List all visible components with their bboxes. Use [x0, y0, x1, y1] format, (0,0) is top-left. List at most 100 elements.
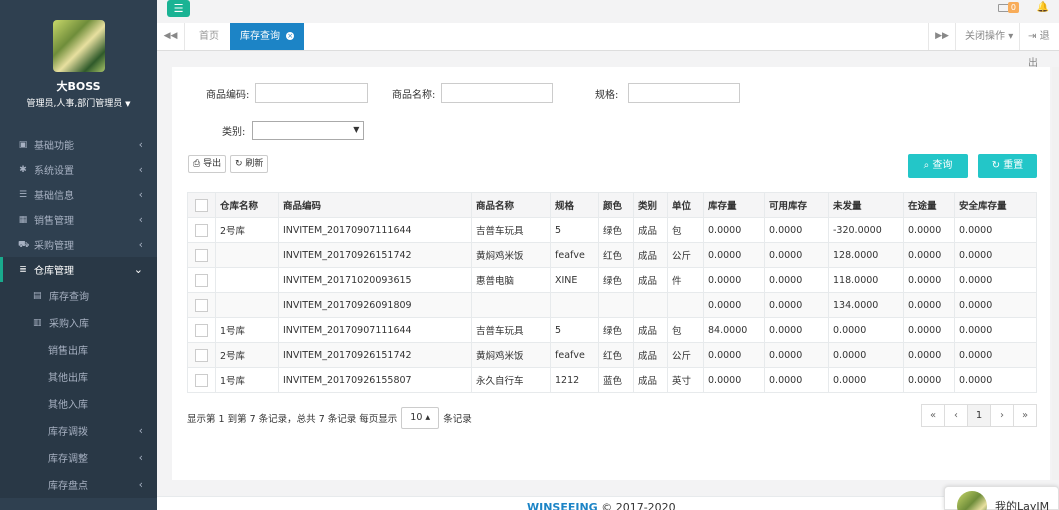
chat-avatar [957, 491, 987, 510]
hamburger-menu-icon[interactable]: ☰ [167, 0, 190, 17]
export-icon: ⎙ [193, 159, 201, 169]
table-cell: 2号库 [215, 342, 279, 368]
footer-copyright: © 2017-2020 [601, 501, 676, 510]
table-cell: 0.0000 [764, 342, 829, 368]
page-1-button[interactable]: 1 [967, 404, 991, 427]
export-button[interactable]: ⎙ 导出 [188, 155, 227, 173]
product-code-input[interactable] [255, 83, 369, 103]
col-stock-qty[interactable]: 库存量 [703, 192, 765, 218]
menu-item-basic-functions[interactable]: ▣ 基础功能 ‹ [0, 132, 157, 157]
table-cell: 2号库 [215, 217, 279, 243]
table-cell: 0.0000 [828, 342, 904, 368]
avatar[interactable] [52, 20, 105, 72]
logout-button[interactable]: ⇥ 退出 [1028, 23, 1059, 69]
menu-item-sales[interactable]: ▦ 销售管理 ‹ [0, 207, 157, 232]
col-warehouse[interactable]: 仓库名称 [215, 192, 279, 218]
tabs-scroll-right-icon[interactable]: ▶▶ [928, 23, 956, 50]
row-checkbox[interactable] [195, 248, 208, 262]
tabs-scroll-left-icon[interactable]: ◀◀ [157, 23, 185, 50]
calc-icon: ▥ [33, 317, 42, 328]
menu-item-purchasing[interactable]: ⛟ 采购管理 ‹ [0, 232, 157, 257]
table-cell: 0.0000 [903, 367, 955, 393]
table-cell: INVITEM_20170926091809 [278, 292, 472, 318]
submenu-item-stocktake[interactable]: 库存盘点 ‹ [0, 471, 157, 498]
table-row[interactable]: 2号库 INVITEM_20170907111644 吉普车玩具 5 绿色 成品包 0.00… [187, 217, 1037, 243]
submenu-item-transfer[interactable]: 库存调拨 ‹ [0, 417, 157, 444]
row-checkbox[interactable] [195, 223, 208, 237]
col-unshipped-qty[interactable]: 未发量 [828, 192, 904, 218]
table-row[interactable]: 1号库 INVITEM_20170926155807 永久自行车 1212 蓝色 成品 英寸… [187, 367, 1037, 393]
prev-page-button[interactable]: ‹ [944, 404, 968, 427]
table-cell: 1212 [550, 367, 599, 393]
col-product-code[interactable]: 商品编码 [278, 192, 472, 218]
product-name-input[interactable] [441, 83, 554, 103]
pagination-suffix: 条记录 [443, 414, 472, 425]
list-icon: ☰ [18, 189, 28, 200]
menu-item-system-settings[interactable]: ✱ 系统设置 ‹ [0, 157, 157, 182]
table-cell: 吉普车玩具 [471, 317, 551, 343]
table-cell: 0.0000 [764, 292, 829, 318]
submenu-item-adjust[interactable]: 库存调整 ‹ [0, 444, 157, 471]
table-cell: 0.0000 [903, 317, 955, 343]
vertical-scrollbar[interactable] [1052, 67, 1059, 480]
table-cell: 0.0000 [903, 217, 955, 243]
table-row[interactable]: INVITEM_20170926151742 黄焖鸡米饭 feafve 红色 成品 公斤 0… [187, 242, 1037, 268]
search-icon: ⌕ [923, 160, 930, 171]
tab-home[interactable]: 首页 [189, 23, 229, 50]
submenu-item-stock-query[interactable]: ▤ 库存查询 [0, 282, 157, 309]
table-row[interactable]: INVITEM_20171020093615 惠普电脑 XINE 绿色 成品件 0.000… [187, 267, 1037, 293]
logout-icon: ⇥ [1028, 31, 1037, 42]
table-cell: 0.0000 [764, 317, 829, 343]
next-page-button[interactable]: › [990, 404, 1014, 427]
spec-input[interactable] [628, 83, 741, 103]
table-cell: 黄焖鸡米饭 [471, 242, 551, 268]
close-tab-icon[interactable]: × [286, 32, 295, 40]
row-checkbox[interactable] [195, 323, 208, 337]
category-select[interactable]: ▼ [252, 120, 365, 140]
spec-label: 规格: [595, 89, 619, 101]
doc-icon: ▤ [33, 290, 42, 301]
col-color[interactable]: 颜色 [598, 192, 634, 218]
row-checkbox[interactable] [195, 348, 208, 362]
reset-button[interactable]: ↻ 重置 [978, 154, 1037, 178]
query-button[interactable]: ⌕ 查询 [908, 154, 968, 178]
submenu-item-sales-out[interactable]: 销售出库 [0, 336, 157, 363]
chat-widget[interactable]: 我的LayIM [944, 486, 1059, 510]
profile-name: 大BOSS [56, 80, 101, 93]
product-code-label: 商品编码: [206, 89, 250, 101]
first-page-button[interactable]: « [921, 404, 945, 427]
profile-role-dropdown[interactable]: 管理员,人事,部门管理员 ▼ [0, 96, 157, 109]
table-cell: feafve [550, 242, 599, 268]
table-row[interactable]: 1号库 INVITEM_20170907111644 吉普车玩具 5 绿色 成品包 84.0… [187, 317, 1037, 343]
tab-stock-query[interactable]: 库存查询 × [230, 23, 305, 50]
table-row[interactable]: INVITEM_20170926091809 0.0000 0.0000 134.00… [187, 292, 1037, 318]
submenu-item-label: 销售出库 [48, 346, 88, 357]
refresh-button[interactable]: ↻ 刷新 [230, 155, 269, 173]
menu-item-warehouse[interactable]: ≣ 仓库管理 ⌄ [0, 257, 157, 282]
col-category[interactable]: 类别 [633, 192, 668, 218]
bell-icon[interactable]: 🔔 [1037, 2, 1049, 13]
col-available-qty[interactable]: 可用库存 [764, 192, 829, 218]
close-operations-dropdown[interactable]: 关闭操作 ▾ [958, 23, 1020, 50]
submenu-item-purchase-in[interactable]: ▥ 采购入库 [0, 309, 157, 336]
select-all-checkbox[interactable] [195, 198, 208, 212]
menu-item-basic-info[interactable]: ☰ 基础信息 ‹ [0, 182, 157, 207]
col-safety-stock[interactable]: 安全库存量 [954, 192, 1037, 218]
tab-label: 库存查询 [240, 31, 280, 42]
col-in-transit-qty[interactable]: 在途量 [903, 192, 955, 218]
submenu-item-other-out[interactable]: 其他出库 [0, 363, 157, 390]
col-product-name[interactable]: 商品名称 [471, 192, 551, 218]
col-spec[interactable]: 规格 [550, 192, 599, 218]
submenu-item-label: 库存盘点 [48, 481, 88, 492]
row-checkbox[interactable] [195, 273, 208, 287]
col-unit[interactable]: 单位 [667, 192, 704, 218]
last-page-button[interactable]: » [1013, 404, 1037, 427]
row-checkbox[interactable] [195, 298, 208, 312]
row-checkbox[interactable] [195, 373, 208, 387]
table-row[interactable]: 2号库 INVITEM_20170926151742 黄焖鸡米饭 feafve 红色 成品… [187, 342, 1037, 368]
query-label: 查询 [932, 160, 953, 171]
table-cell: 惠普电脑 [471, 267, 551, 293]
page-size-dropdown[interactable]: 10 ▴ [401, 407, 440, 429]
submenu-item-other-in[interactable]: 其他入库 [0, 390, 157, 417]
reset-icon: ↻ [991, 160, 1001, 171]
